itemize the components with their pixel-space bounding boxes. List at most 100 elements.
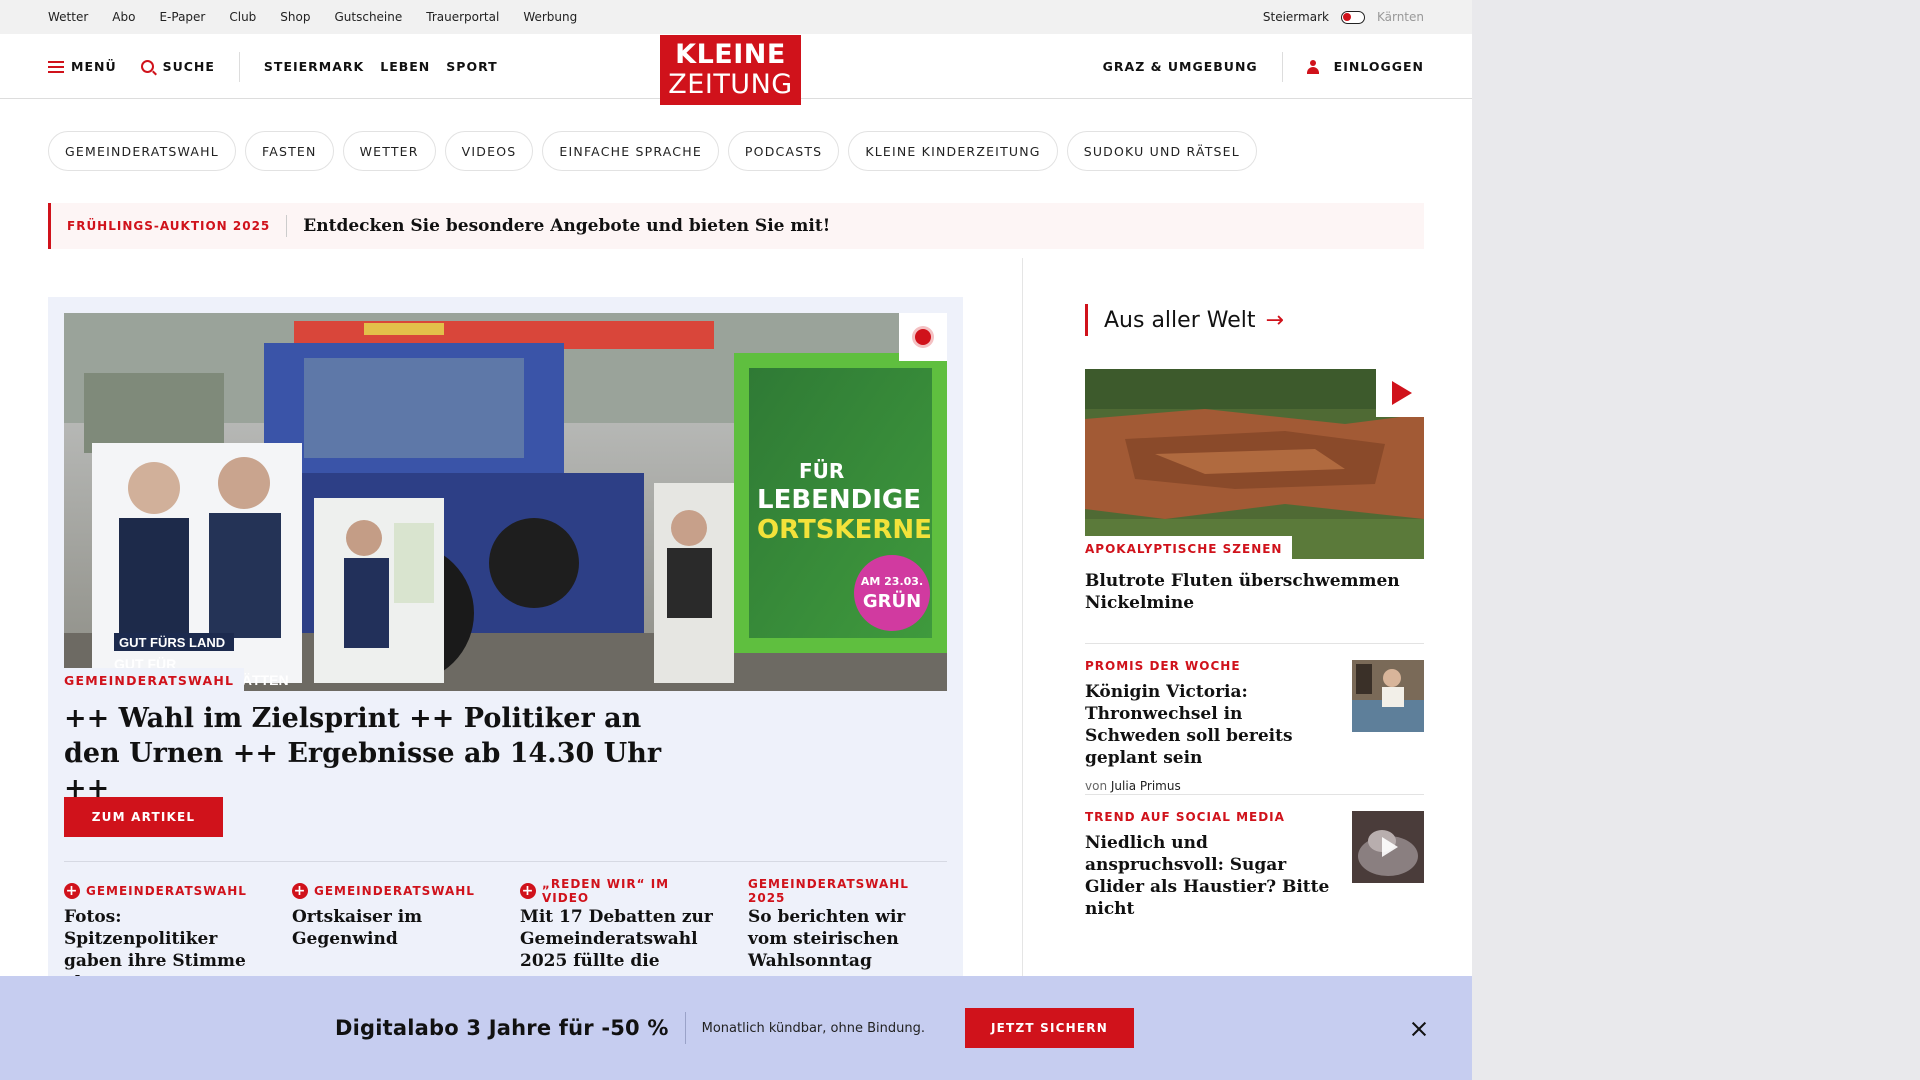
lead-title[interactable]: ++ Wahl im Zielsprint ++ Politiker an de…: [64, 701, 684, 806]
hamburger-icon: [48, 60, 64, 73]
utility-links: Wetter Abo E-Paper Club Shop Gutscheine …: [48, 0, 577, 34]
pill-sudoku[interactable]: SUDOKU UND RÄTSEL: [1066, 131, 1257, 171]
lead-divider: [64, 861, 947, 862]
featured-title[interactable]: Blutrote Fluten überschwemmen Nickelmine: [1085, 570, 1424, 614]
util-link-werbung[interactable]: Werbung: [523, 10, 577, 24]
search-button[interactable]: SUCHE: [140, 59, 215, 74]
region-steiermark[interactable]: Steiermark: [1263, 10, 1329, 24]
pill-gemeinderatswahl[interactable]: GEMEINDERATSWAHL: [48, 131, 236, 171]
main-header: MENÜ SUCHE STEIERMARK LEBEN SPORT KLEINE…: [0, 34, 1472, 105]
header-divider-right: [1281, 51, 1283, 82]
byline-author[interactable]: Julia Primus: [1111, 779, 1181, 793]
live-dot-icon: [915, 329, 931, 345]
nav-leben[interactable]: LEBEN: [380, 59, 430, 74]
article-thumbnail: [1352, 811, 1424, 883]
read-article-button[interactable]: ZUM ARTIKEL: [64, 797, 223, 837]
login-button[interactable]: EINLOGGEN: [1306, 59, 1424, 74]
promo-divider: [286, 215, 288, 237]
util-link-epaper[interactable]: E-Paper: [159, 10, 205, 24]
pill-wetter[interactable]: WETTER: [342, 131, 436, 171]
lead-article: GUT FÜRS LAND GUT FÜR STÄTTEN FÜR LEBEND…: [48, 297, 963, 1080]
pill-einfache-sprache[interactable]: EINFACHE SPRACHE: [542, 131, 719, 171]
promo-kicker: FRÜHLINGS-AUKTION 2025: [67, 219, 271, 233]
util-link-gutscheine[interactable]: Gutscheine: [334, 10, 402, 24]
util-link-trauerportal[interactable]: Trauerportal: [426, 10, 499, 24]
featured-photo: [1085, 369, 1424, 559]
subscription-banner: Digitalabo 3 Jahre für -50 % Monatlich k…: [0, 976, 1472, 1080]
region-switch: Steiermark Kärnten: [1263, 0, 1424, 34]
sub-article-kicker: + GEMEINDERATSWAHL: [64, 882, 260, 900]
subscription-banner-content: Digitalabo 3 Jahre für -50 % Monatlich k…: [335, 1008, 1134, 1048]
sub-article-kicker-text: GEMEINDERATSWAHL: [314, 884, 475, 898]
region-kaernten[interactable]: Kärnten: [1377, 10, 1424, 24]
pill-fasten[interactable]: FASTEN: [244, 131, 334, 171]
article-thumbnail: [1352, 660, 1424, 732]
utility-bar: Wetter Abo E-Paper Club Shop Gutscheine …: [0, 0, 1472, 34]
sub-article-kicker: + GEMEINDERATSWAHL: [292, 882, 488, 900]
header-right: GRAZ & UMGEBUNG EINLOGGEN: [1103, 34, 1424, 99]
featured-kicker[interactable]: APOKALYPTISCHE SZENEN: [1085, 536, 1293, 560]
lead-kicker[interactable]: GEMEINDERATSWAHL: [64, 668, 245, 691]
search-label: SUCHE: [162, 59, 215, 74]
lead-photo: GUT FÜRS LAND GUT FÜR STÄTTEN FÜR LEBEND…: [64, 313, 947, 691]
thumbnail-photo: [1352, 660, 1424, 732]
util-link-wetter[interactable]: Wetter: [48, 10, 88, 24]
lead-image[interactable]: GUT FÜRS LAND GUT FÜR STÄTTEN FÜR LEBEND…: [64, 313, 947, 691]
section-title: Aus aller Welt: [1104, 307, 1256, 333]
nav-steiermark[interactable]: STEIERMARK: [264, 59, 364, 74]
play-icon: [1392, 381, 1412, 405]
menu-label: MENÜ: [71, 59, 117, 74]
live-badge: [899, 313, 947, 361]
logo[interactable]: KLEINE ZEITUNG: [660, 35, 801, 105]
featured-image[interactable]: [1085, 369, 1424, 559]
search-icon: [140, 60, 154, 73]
poster-slogan-1: GUT FÜRS LAND: [119, 635, 225, 650]
promo-text: Entdecken Sie besondere Angebote und bie…: [303, 216, 831, 236]
sub-article-kicker: + „REDEN WIR“ IM VIDEO: [520, 877, 716, 905]
plus-icon: +: [64, 883, 80, 899]
logo-line1: KLEINE: [675, 39, 786, 70]
page: Wetter Abo E-Paper Club Shop Gutscheine …: [0, 0, 1472, 1080]
pill-videos[interactable]: VIDEOS: [444, 131, 534, 171]
thumbnail-photo: [1352, 811, 1424, 883]
logo-line2: ZEITUNG: [668, 69, 793, 100]
util-link-shop[interactable]: Shop: [280, 10, 310, 24]
badge-line2: GRÜN: [863, 590, 921, 612]
topic-pills: GEMEINDERATSWAHL FASTEN WETTER VIDEOS EI…: [48, 131, 1257, 171]
sub-article-kicker-text: GEMEINDERATSWAHL: [86, 884, 247, 898]
subscription-title: Digitalabo 3 Jahre für -50 %: [335, 1016, 669, 1040]
region-toggle[interactable]: [1340, 10, 1365, 24]
util-link-abo[interactable]: Abo: [112, 10, 135, 24]
plus-icon: +: [520, 883, 536, 899]
close-icon[interactable]: [1405, 1015, 1433, 1043]
page-gutter: [1472, 0, 1920, 1080]
badge-line1: AM 23.03.: [861, 575, 923, 588]
menu-button[interactable]: MENÜ: [48, 59, 117, 74]
sub-article-title: Ortskaiser im Gegenwind: [292, 907, 423, 949]
promo-strip[interactable]: FRÜHLINGS-AUKTION 2025 Entdecken Sie bes…: [48, 203, 1424, 249]
sidebar-divider: [1085, 643, 1424, 644]
sub-article-title: So berichten wir vom steirischen Wahlson…: [748, 907, 906, 971]
nav-sport[interactable]: SPORT: [446, 59, 497, 74]
sub-article-title: Mit 17 Debatten zur Gemeinderatswahl 202…: [520, 907, 713, 971]
green-poster-line1: FÜR: [799, 459, 844, 483]
sidebar-article[interactable]: PROMIS DER WOCHE Königin Victoria: Thron…: [1085, 659, 1424, 793]
section-heading[interactable]: Aus aller Welt →: [1085, 304, 1284, 336]
video-badge: [1376, 369, 1424, 417]
green-poster-line3: ORTSKERNE: [757, 515, 932, 545]
sidebar-article-title: Königin Victoria: Thronwechsel in Schwed…: [1085, 682, 1293, 768]
util-link-club[interactable]: Club: [229, 10, 256, 24]
arrow-right-icon: →: [1265, 307, 1284, 333]
sub-article-kicker: GEMEINDERATSWAHL 2025: [748, 877, 944, 905]
subscription-subtitle: Monatlich kündbar, ohne Bindung.: [701, 1020, 925, 1036]
subscribe-button[interactable]: JETZT SICHERN: [964, 1008, 1134, 1048]
subscription-divider: [684, 1012, 686, 1044]
pill-kinderzeitung[interactable]: KLEINE KINDERZEITUNG: [848, 131, 1058, 171]
user-icon: [1306, 59, 1319, 74]
sub-article-kicker-text: GEMEINDERATSWAHL 2025: [748, 877, 909, 905]
green-poster-line2: LEBENDIGE: [757, 485, 921, 515]
column-divider: [1022, 258, 1023, 1078]
region-link[interactable]: GRAZ & UMGEBUNG: [1103, 59, 1258, 74]
sidebar-article[interactable]: TREND AUF SOCIAL MEDIA Niedlich und ansp…: [1085, 810, 1424, 920]
pill-podcasts[interactable]: PODCASTS: [727, 131, 840, 171]
